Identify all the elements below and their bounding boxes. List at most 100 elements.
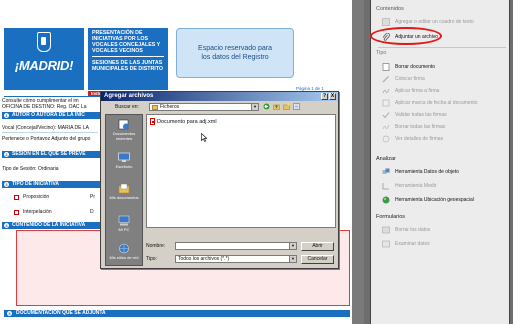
object-data-icon [382, 168, 390, 176]
subtitle-line-1: PRESENTACIÓN DE INICIATIVAS POR LOS VOCA… [92, 30, 161, 54]
section-content: 4 CONTENIDO DE LA INICIATIVA [2, 222, 100, 229]
tool-text-box[interactable]: Agregar o editar un cuadro de texto [382, 18, 474, 26]
back-icon[interactable] [263, 103, 270, 110]
tool-validate-signatures[interactable]: Validar todas las firmas [382, 111, 447, 119]
examine-icon [382, 240, 390, 248]
madrid-crest-icon [37, 32, 51, 52]
ruler-icon [382, 182, 390, 190]
madrid-logo: ¡MADRID! [4, 28, 84, 90]
chevron-down-icon[interactable]: ▼ [251, 104, 258, 110]
tool-label: Herramienta Datos de objeto [395, 169, 459, 175]
place-label: Mis documentos [109, 195, 139, 200]
checkbox[interactable] [14, 194, 19, 200]
place-desktop[interactable]: Escritorio [106, 152, 142, 169]
place-label: Escritorio [115, 164, 133, 169]
pdf-document-icon [150, 118, 155, 125]
tool-label: Colocar firma [395, 76, 425, 82]
mouse-cursor-icon [201, 133, 207, 142]
filetype-select[interactable]: Todos los archivos (*.*) ▼ [175, 255, 297, 263]
section-number: 1 [4, 113, 9, 118]
form-subtitle: PRESENTACIÓN DE INICIATIVAS POR LOS VOCA… [88, 28, 168, 90]
close-button[interactable]: X [329, 93, 336, 100]
help-button[interactable]: ? [321, 93, 328, 100]
my-documents-icon [118, 183, 130, 194]
tool-label: Borrar los datos [395, 227, 431, 233]
section-title: TIPO DE INICIATIVA [12, 181, 60, 187]
computer-icon [118, 215, 130, 226]
tool-apply-signature[interactable]: Aplicar firma a firma [382, 87, 439, 95]
office-label: OFICINA DE DESTINO: Reg. OAC La [2, 104, 86, 110]
tool-place-signature[interactable]: Colocar firma [382, 75, 425, 83]
filename-input[interactable]: ▼ [175, 242, 297, 250]
section-initiative-type: 3 TIPO DE INICIATIVA [2, 181, 100, 188]
tool-geospatial[interactable]: Herramienta Ubicación geoespacial [382, 196, 474, 204]
forms-heading: Formularios [376, 214, 406, 220]
tool-label: Agregar o editar un cuadro de texto [395, 19, 474, 25]
logo-text: ¡MADRID! [14, 58, 74, 73]
initiative-checkbox-interpelacion[interactable]: Interpelación [14, 209, 52, 215]
tool-examine-data[interactable]: Examinar datos [382, 240, 430, 248]
vocal-value[interactable]: MARIA DE LA [58, 125, 89, 131]
initiative-checkbox-proposicion[interactable]: Proposición [14, 194, 49, 200]
timestamp-icon [382, 99, 390, 107]
network-icon [118, 243, 130, 254]
registry-text: Espacio reservado para los datos del Reg… [198, 45, 272, 61]
look-in-select[interactable]: Ficheros ▼ [149, 103, 259, 111]
globe-icon [382, 196, 390, 204]
dialog-toolbar [263, 103, 300, 110]
open-button[interactable]: Abrir [301, 242, 334, 251]
look-in-value: Ficheros [160, 104, 180, 110]
file-name: Documento para adj.xml [157, 118, 217, 125]
place-my-pc[interactable]: Mi PC [106, 215, 142, 232]
file-item[interactable]: Documento para adj.xml [150, 118, 217, 125]
dialog-titlebar[interactable]: Agregar archivos ? X [101, 92, 338, 101]
cancel-button[interactable]: Cancelar [301, 255, 334, 264]
place-label: Mis sitios de red [109, 255, 139, 260]
attach-highlight-oval [370, 27, 442, 45]
section-title: SESIÓN EN EL QUE SE PREVÉ [12, 151, 86, 157]
chevron-down-icon[interactable]: ▼ [289, 256, 296, 262]
recent-documents-icon [118, 119, 130, 130]
place-label: Documentos recientes [112, 131, 136, 141]
initiative-col2: D [90, 209, 94, 215]
initiative-col2: Pr [90, 194, 95, 200]
session-label: Tipo de Sesión: [2, 166, 37, 172]
tool-label: Ver detalles de firmas [395, 136, 444, 142]
tool-object-data[interactable]: Herramienta Datos de objeto [382, 168, 459, 176]
initiative-label: Interpelación [23, 209, 52, 215]
viewer-scrollbar[interactable] [352, 0, 364, 324]
panel-divider [378, 47, 506, 48]
up-folder-icon[interactable] [273, 103, 280, 110]
analyze-heading: Analizar [376, 156, 396, 162]
office-value[interactable]: Reg. OAC La [57, 104, 87, 110]
place-network[interactable]: Mis sitios de red [106, 243, 142, 260]
tool-clear-data[interactable]: Borrar los datos [382, 226, 430, 234]
text-box-icon [382, 18, 390, 26]
section-title: AUTOR O AUTORA DE LA INIC [12, 112, 85, 118]
section-number: 4 [4, 223, 9, 228]
new-folder-icon[interactable] [283, 103, 290, 110]
panel-top-label: Contenidos [376, 6, 404, 12]
tool-label: Aplicar marca de fecha al documento [395, 100, 478, 106]
file-list[interactable]: Documento para adj.xml [146, 114, 336, 228]
tool-signature-details[interactable]: Ver detalles de firmas [382, 135, 443, 143]
tool-timestamp[interactable]: Aplicar marca de fecha al documento [382, 99, 478, 107]
tool-measure[interactable]: Herramienta Medir [382, 182, 436, 190]
tool-label: Herramienta Medir [395, 183, 437, 189]
checkbox[interactable] [14, 209, 19, 215]
clear-signatures-icon [382, 123, 390, 131]
section-author: 1 AUTOR O AUTORA DE LA INIC [2, 112, 100, 119]
tool-clear-document[interactable]: Borrar documento [382, 63, 435, 71]
place-documents[interactable]: Mis documentos [106, 183, 142, 200]
tool-clear-signatures[interactable]: Borrar todas las firmas [382, 123, 445, 131]
view-menu-icon[interactable] [293, 103, 300, 110]
session-row: Tipo de Sesión: Ordinaria [2, 166, 59, 172]
place-recent[interactable]: Documentos recientes [106, 119, 142, 141]
filename-label: Nombre: [146, 243, 166, 249]
section-number: 5 [7, 311, 12, 316]
session-value[interactable]: Ordinaria [38, 166, 59, 172]
tools-panel [364, 0, 513, 324]
vocal-row: Vocal (Concejal/Vecino): MARIA DE LA [2, 125, 89, 131]
tool-label: Validar todas las firmas [395, 112, 447, 118]
chevron-down-icon[interactable]: ▼ [289, 243, 296, 249]
